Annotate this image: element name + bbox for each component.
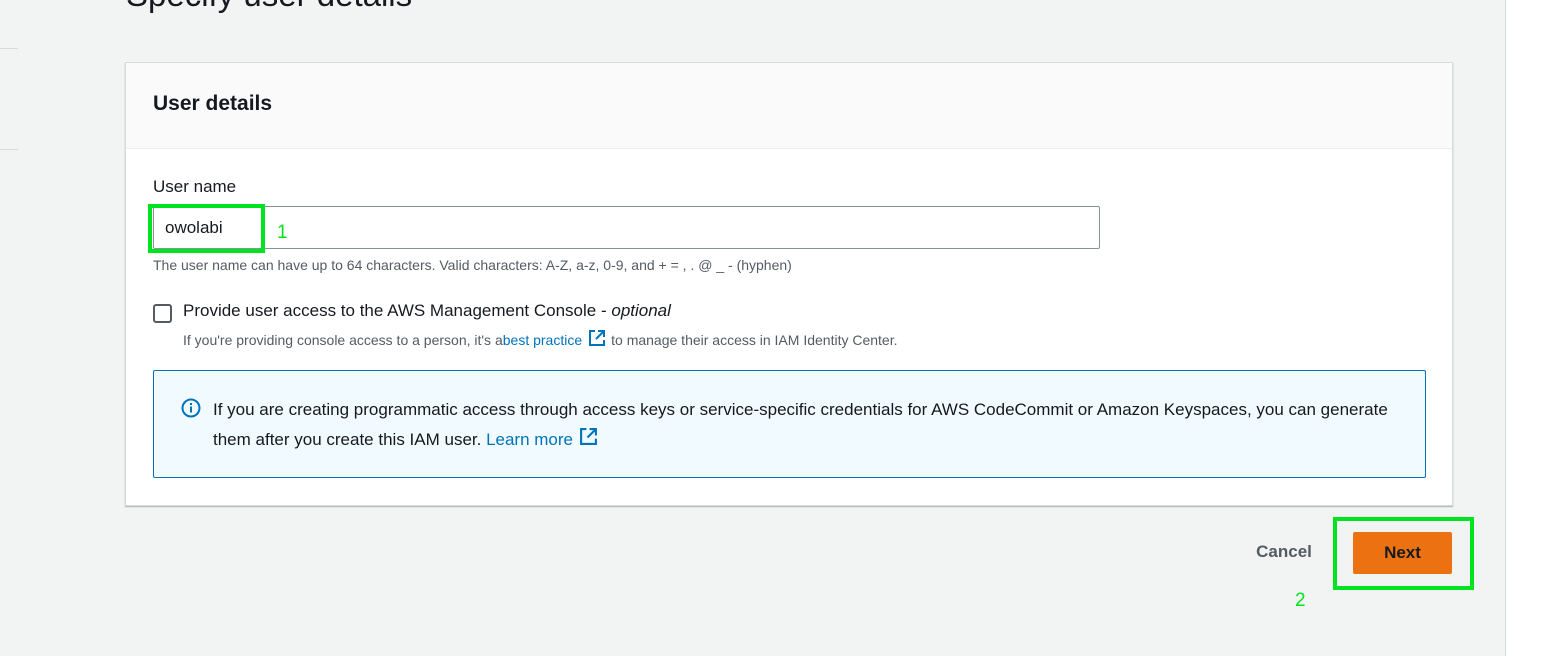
username-label: User name: [153, 177, 237, 196]
external-link-icon[interactable]: [588, 329, 606, 350]
console-desc-before: If you're providing console access to a …: [183, 331, 503, 348]
cancel-button[interactable]: Cancel: [1240, 531, 1328, 573]
page-title: Specify user details: [126, 0, 412, 14]
page: Specify user details User details User n…: [0, 0, 1559, 656]
external-link-icon[interactable]: [579, 426, 598, 456]
highlight-box-username: [148, 204, 265, 253]
user-details-container: User details User name The user name can…: [125, 62, 1453, 506]
info-circle-icon: [181, 398, 201, 423]
container-title: User details: [153, 92, 273, 115]
info-message: If you are creating programmatic access …: [213, 400, 1388, 449]
console-access-checkbox[interactable]: [153, 304, 172, 323]
info-alert: If you are creating programmatic access …: [153, 370, 1426, 478]
username-input[interactable]: [153, 206, 1100, 249]
console-desc-after: to manage their access in IAM Identity C…: [611, 331, 898, 348]
sidebar-divider: [0, 149, 18, 150]
optional-text: optional: [611, 301, 671, 320]
console-access-label[interactable]: Provide user access to the AWS Managemen…: [183, 301, 671, 321]
sidebar-divider: [0, 48, 18, 49]
info-alert-text: If you are creating programmatic access …: [213, 395, 1403, 456]
username-help-text: The user name can have up to 64 characte…: [153, 257, 792, 273]
right-side-panel: [1505, 0, 1559, 656]
annotation-number-2: 2: [1295, 590, 1306, 611]
container-header: User details: [126, 63, 1452, 149]
learn-more-link[interactable]: Learn more: [486, 430, 573, 449]
best-practice-link[interactable]: best practice: [503, 332, 582, 348]
console-access-description: If you're providing console access to a …: [183, 329, 898, 350]
annotation-number-1: 1: [277, 222, 288, 243]
console-access-label-text: Provide user access to the AWS Managemen…: [183, 301, 612, 320]
highlight-box-next: [1333, 517, 1474, 590]
